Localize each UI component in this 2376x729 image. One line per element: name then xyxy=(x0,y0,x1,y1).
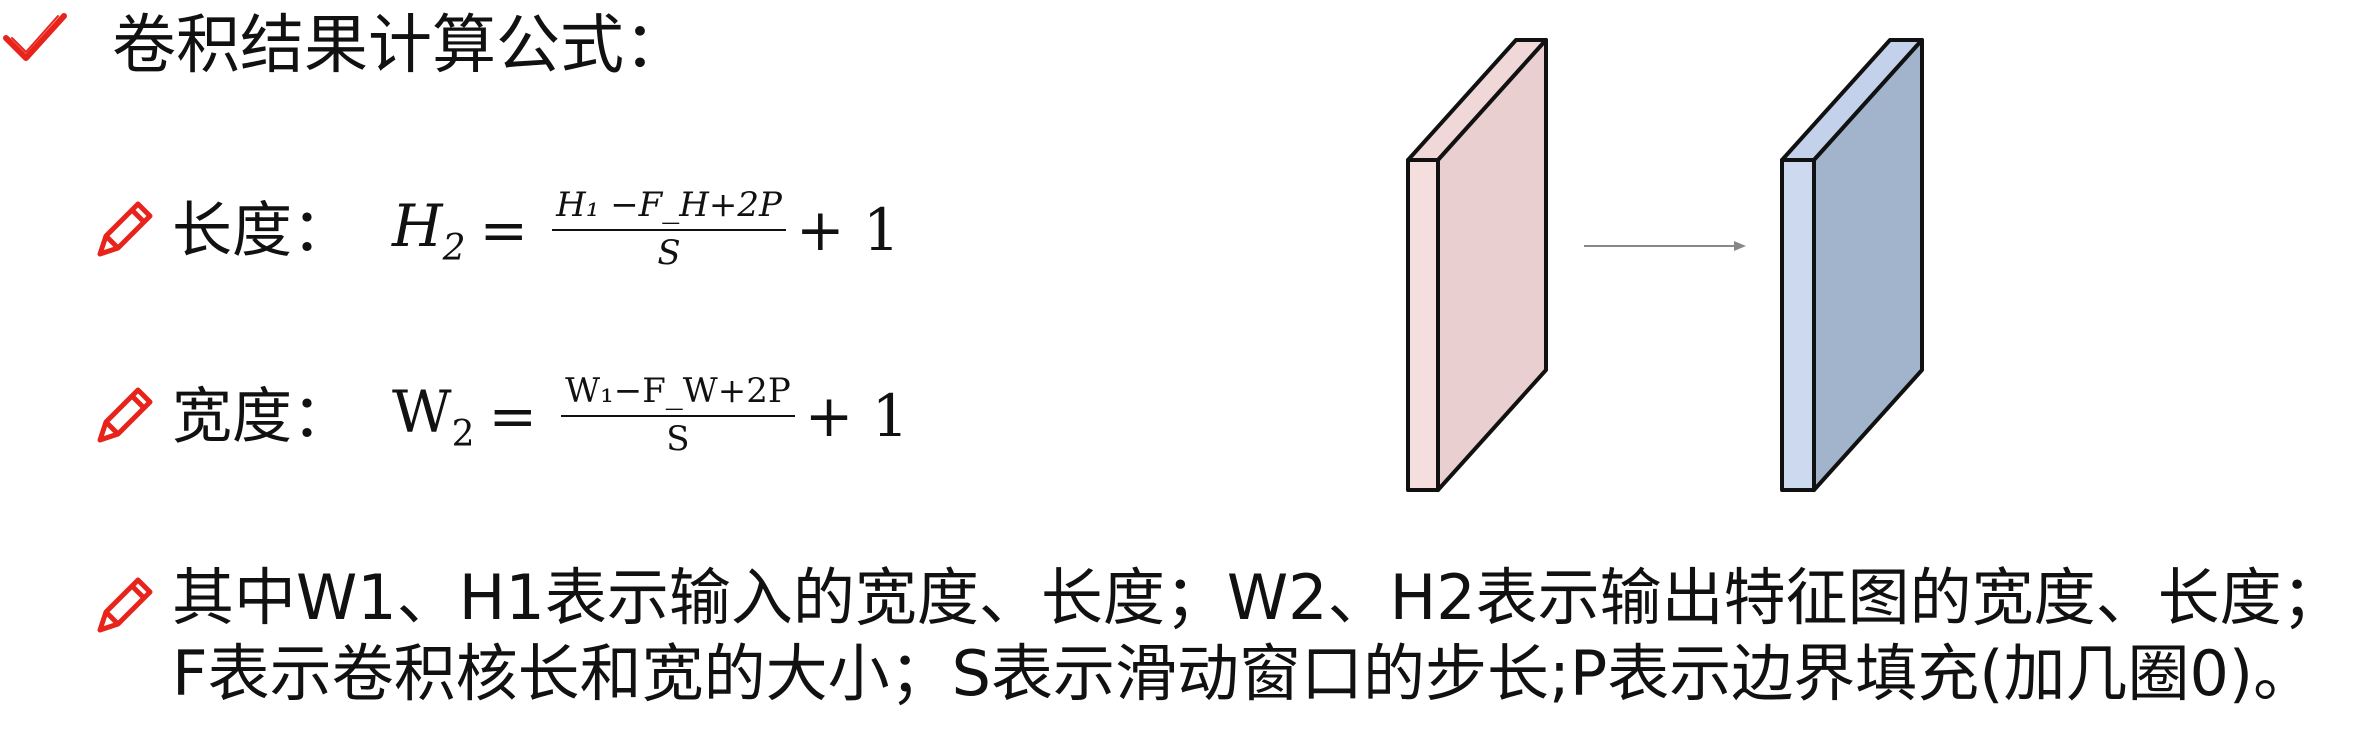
input-volume xyxy=(1406,38,1548,492)
width-lhs: W xyxy=(392,377,452,446)
width-label: 宽度： xyxy=(172,382,352,452)
output-volume xyxy=(1780,38,1924,492)
width-formula: W2 = W₁−F_W+2P S + 1 xyxy=(392,371,909,459)
description: 其中W1、H1表示输入的宽度、长度；W2、H2表示输出特征图的宽度、长度； F表… xyxy=(172,560,2344,712)
check-icon xyxy=(3,13,67,61)
height-lhs: H xyxy=(392,191,443,260)
description-line-2: F表示卷积核长和宽的大小；S表示滑动窗口的步长;P表示边界填充(加几圈0)。 xyxy=(172,637,2316,710)
width-rhs: + 1 xyxy=(804,382,909,450)
page-title: 卷积结果计算公式： xyxy=(112,9,688,83)
arrow-icon xyxy=(1584,241,1746,251)
width-numerator: W₁−F_W+2P xyxy=(561,371,795,417)
width-denominator: S xyxy=(666,419,690,459)
height-numerator: H₁ −F_H+2P xyxy=(552,185,786,231)
height-formula: H2 = H₁ −F_H+2P S + 1 xyxy=(392,185,900,273)
pencil-icon xyxy=(97,387,153,443)
convolution-diagram xyxy=(1406,38,1924,492)
description-line-1: 其中W1、H1表示输入的宽度、长度；W2、H2表示输出特征图的宽度、长度； xyxy=(172,561,2344,634)
height-label: 长度： xyxy=(172,196,352,266)
pencil-icon xyxy=(97,201,153,257)
height-rhs: + 1 xyxy=(795,196,900,264)
width-lhs-sub: 2 xyxy=(451,413,475,455)
height-denominator: S xyxy=(657,233,681,273)
pencil-icon xyxy=(97,577,153,633)
height-lhs-sub: 2 xyxy=(442,227,466,269)
